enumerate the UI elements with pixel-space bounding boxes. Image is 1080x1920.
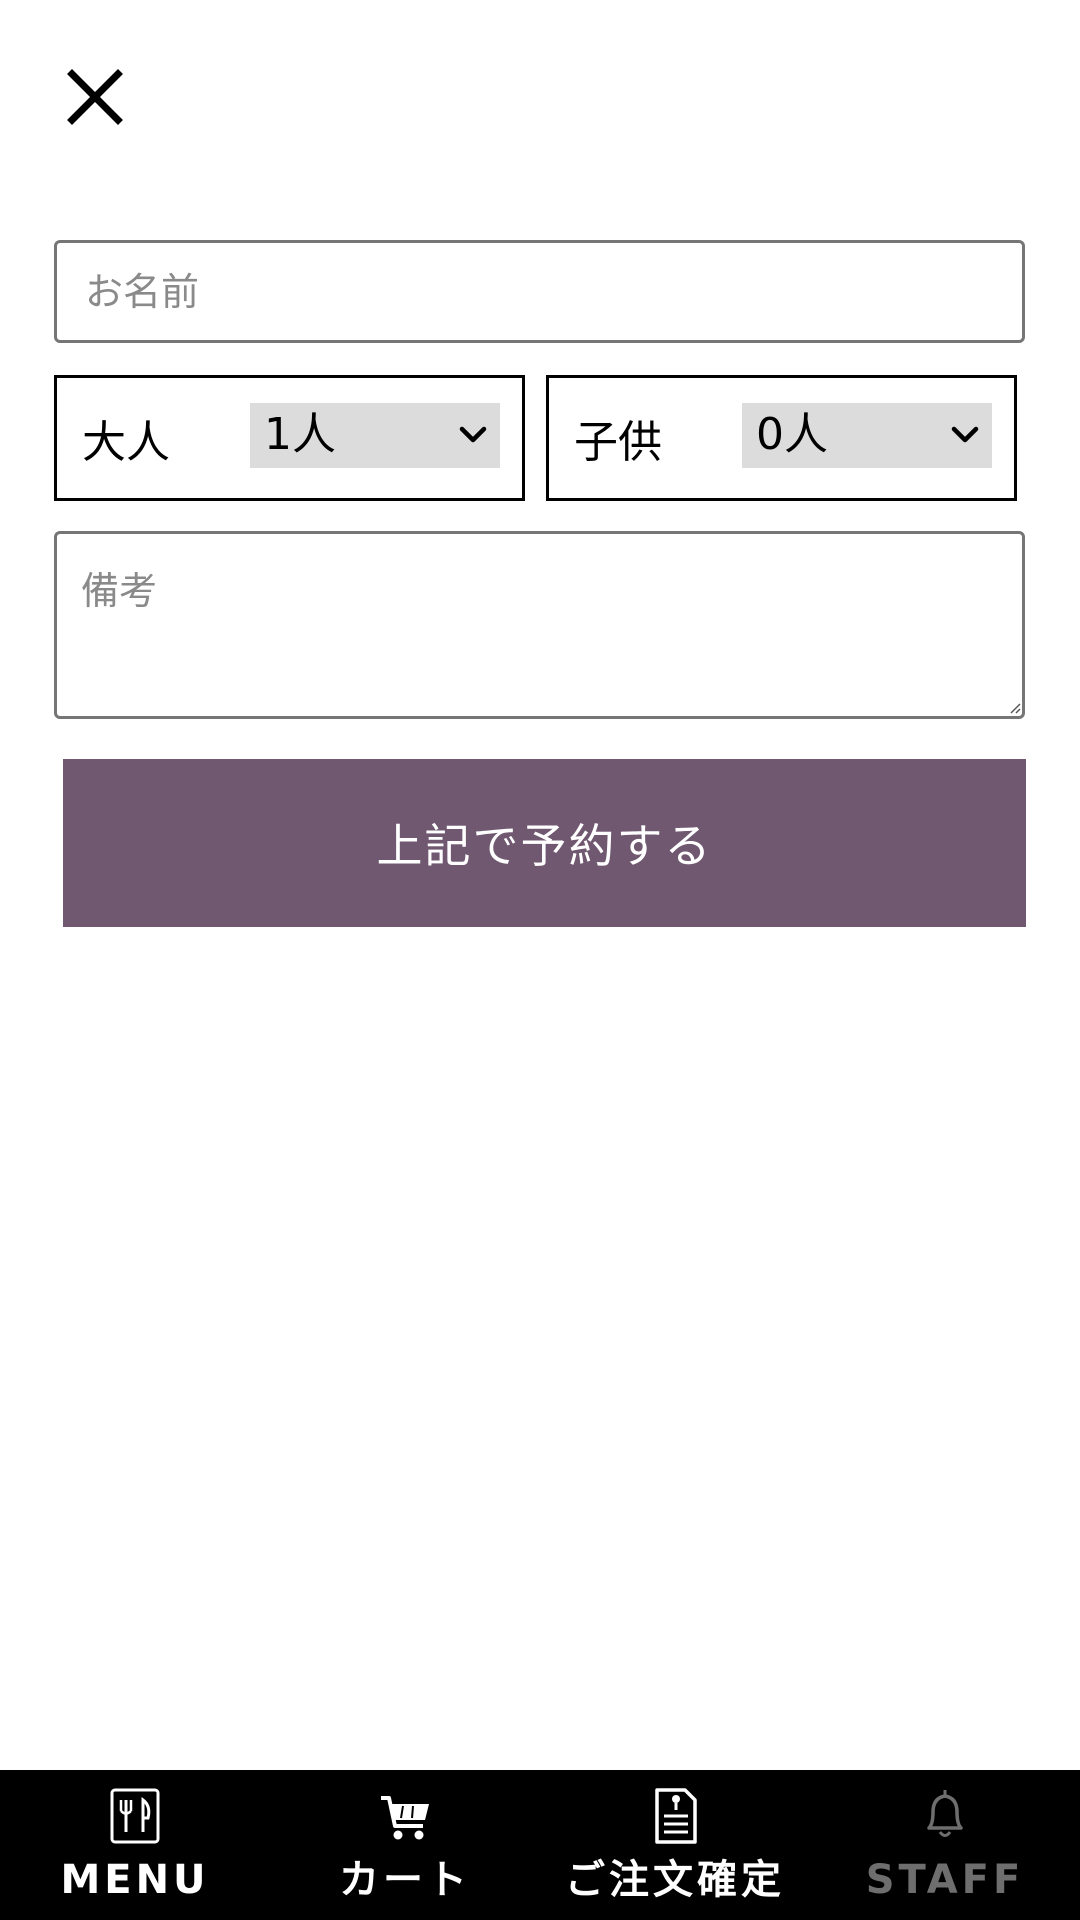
child-count-select[interactable]: 0人: [742, 403, 992, 468]
bottom-navigation: MENU カート ご注文確定 STAFF: [0, 1770, 1080, 1920]
cart-icon: [381, 1796, 429, 1840]
bell-icon: [927, 1790, 963, 1837]
nav-item-cart[interactable]: カート: [270, 1770, 540, 1920]
name-input[interactable]: [54, 240, 1025, 343]
order-document-icon: [655, 1788, 697, 1844]
adult-count-select[interactable]: 1人: [250, 403, 500, 468]
child-count-box: 子供 0人: [546, 375, 1017, 501]
adult-count-value: 1人: [264, 409, 336, 460]
child-count-value: 0人: [756, 409, 828, 460]
menu-utensils-icon: [110, 1788, 160, 1844]
nav-label-order-confirm: ご注文確定: [565, 1857, 785, 1903]
adult-label: 大人: [82, 417, 170, 468]
adult-count-box: 大人 1人: [54, 375, 525, 501]
chevron-down-icon: [459, 426, 487, 443]
notes-textarea[interactable]: [54, 531, 1025, 719]
nav-item-staff[interactable]: STAFF: [810, 1770, 1080, 1920]
nav-item-order-confirm[interactable]: ご注文確定: [540, 1770, 810, 1920]
nav-label-cart: カート: [339, 1857, 471, 1903]
resize-handle-icon[interactable]: [1009, 702, 1021, 714]
nav-item-menu[interactable]: MENU: [0, 1770, 270, 1920]
reservation-page: 大人 1人 子供 0人 上記で予約する: [0, 0, 1080, 1920]
chevron-down-icon: [951, 426, 979, 443]
nav-label-menu: MENU: [60, 1857, 210, 1903]
close-icon: [67, 69, 123, 125]
nav-label-staff: STAFF: [865, 1857, 1025, 1903]
reserve-submit-button[interactable]: 上記で予約する: [63, 759, 1026, 927]
close-button[interactable]: [64, 66, 126, 128]
child-label: 子供: [574, 417, 662, 468]
